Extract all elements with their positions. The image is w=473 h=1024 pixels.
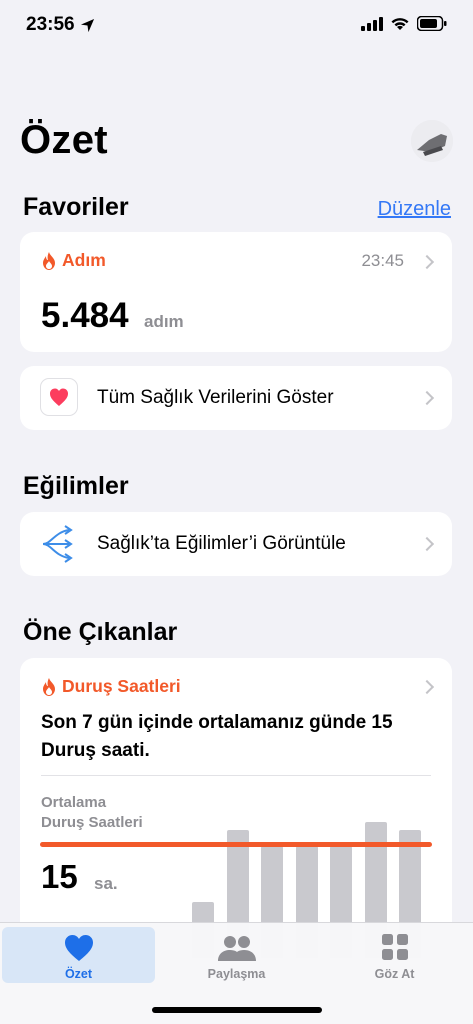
average-label: Ortalama Duruş Saatleri <box>41 793 143 833</box>
wifi-icon <box>391 17 409 30</box>
steps-label-text: Adım <box>62 250 106 270</box>
all-health-data-row[interactable]: Tüm Sağlık Verilerini Göster <box>20 366 452 430</box>
status-bar: 23:56 <box>0 0 473 52</box>
steps-card[interactable]: Adım 23:45 5.484 adım <box>20 232 452 352</box>
home-indicator <box>152 1007 322 1013</box>
all-health-data-label: Tüm Sağlık Verilerini Göster <box>97 387 334 408</box>
battery-icon <box>417 16 447 31</box>
steps-value: 5.484 <box>41 296 129 335</box>
status-time: 23:56 <box>26 14 95 36</box>
stand-hours-label-text: Duruş Saatleri <box>62 676 181 696</box>
chevron-right-icon <box>419 679 435 695</box>
signal-icon <box>361 16 383 31</box>
flame-icon <box>43 677 55 696</box>
average-unit: sa. <box>94 874 118 893</box>
status-indicators <box>361 16 447 31</box>
status-time-text: 23:56 <box>26 14 75 35</box>
chevron-right-icon <box>419 390 435 406</box>
tab-browse-label: Göz At <box>374 967 415 981</box>
favorites-section-title: Favoriler <box>23 193 129 221</box>
health-app-icon <box>40 378 78 416</box>
avatar[interactable] <box>411 120 453 162</box>
edit-favorites-link[interactable]: Düzenle <box>378 198 451 221</box>
stand-hours-card[interactable]: Duruş Saatleri Son 7 gün içinde ortalama… <box>20 658 452 958</box>
average-label-line2: Duruş Saatleri <box>41 814 143 831</box>
chevron-right-icon <box>419 536 435 552</box>
heart-icon <box>64 935 93 961</box>
location-arrow-icon <box>80 18 94 32</box>
steps-unit: adım <box>144 312 184 331</box>
highlights-section-title: Öne Çıkanlar <box>23 618 178 646</box>
tab-browse[interactable]: Göz At <box>318 927 471 983</box>
stand-hours-label: Duruş Saatleri <box>41 676 181 697</box>
steps-card-label: Adım <box>41 250 106 271</box>
trends-section-title: Eğilimler <box>23 472 129 500</box>
tab-summary[interactable]: Özet <box>2 927 155 983</box>
trends-icon <box>42 525 73 563</box>
flame-icon <box>43 251 55 270</box>
average-label-line1: Ortalama <box>41 794 107 811</box>
grid-icon <box>381 934 408 960</box>
tab-sharing-label: Paylaşma <box>207 967 266 981</box>
chevron-right-icon <box>419 254 435 270</box>
average-value: 15 <box>41 858 78 895</box>
tab-sharing[interactable]: Paylaşma <box>160 927 313 983</box>
people-icon <box>217 936 256 961</box>
trends-row-label: Sağlık’ta Eğilimler’i Görüntüle <box>97 533 346 554</box>
trends-row[interactable]: Sağlık’ta Eğilimler’i Görüntüle <box>20 512 452 576</box>
profile-photo <box>411 120 453 162</box>
average-line <box>40 842 432 847</box>
tab-summary-label: Özet <box>64 967 93 981</box>
page-title: Özet <box>20 118 108 162</box>
divider <box>41 775 431 776</box>
highlight-text: Son 7 gün içinde ortalamanız günde 15 Du… <box>41 712 393 761</box>
steps-time: 23:45 <box>361 251 404 270</box>
heart-icon <box>50 388 68 406</box>
